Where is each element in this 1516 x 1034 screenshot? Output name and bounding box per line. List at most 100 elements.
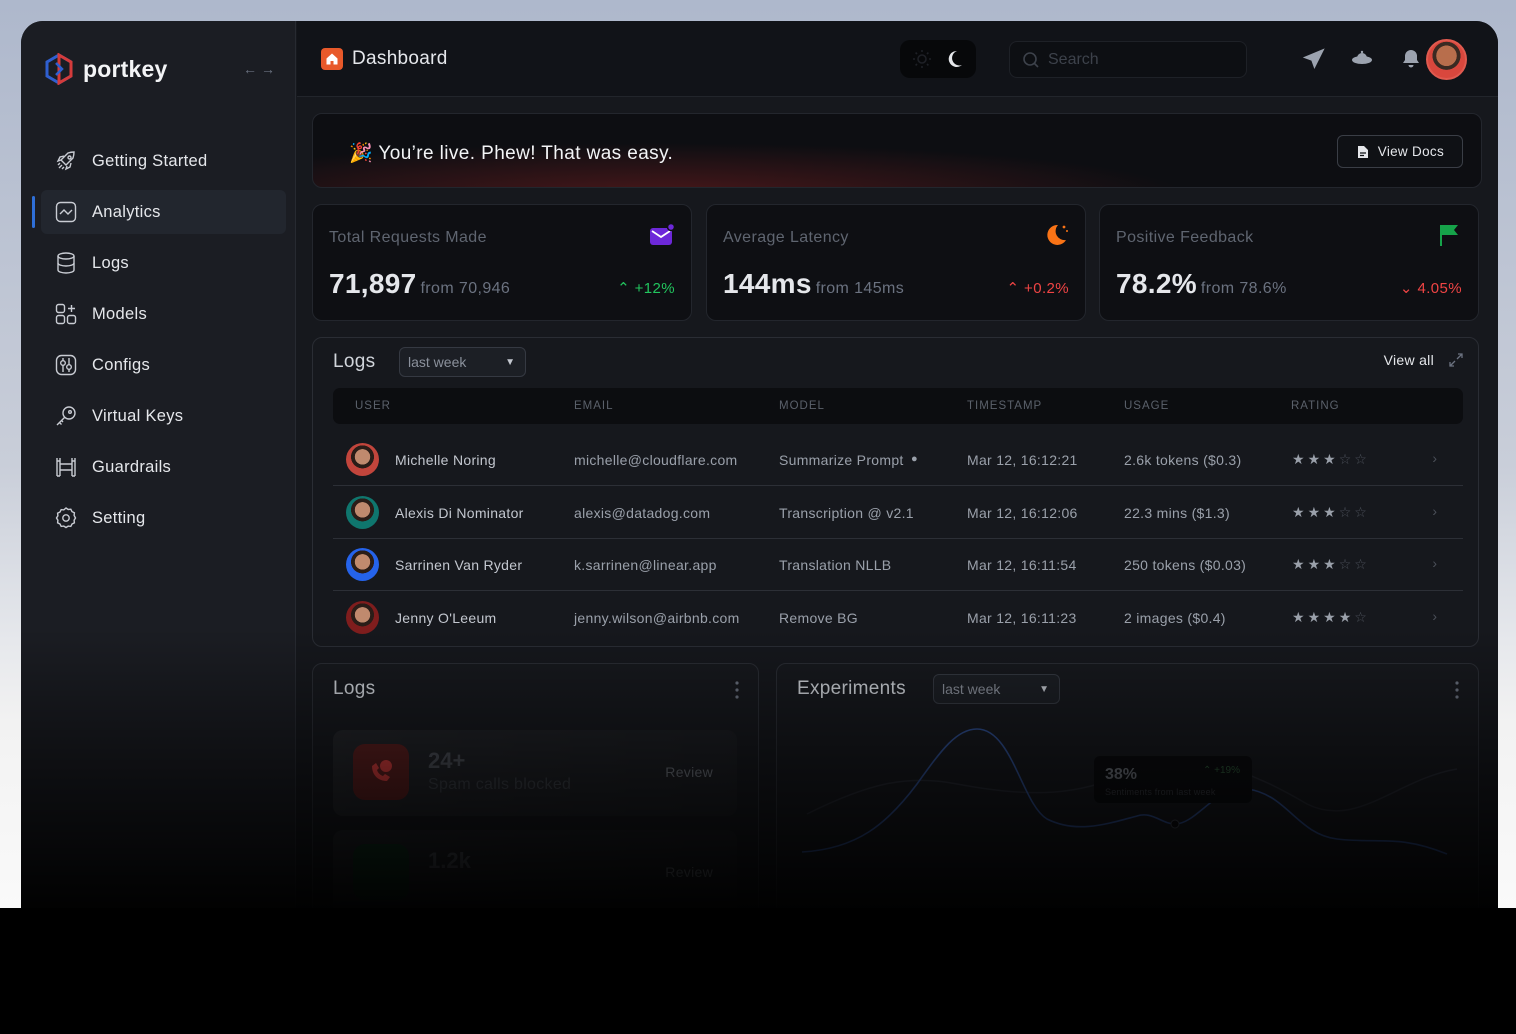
- rating-stars[interactable]: ★★★☆☆: [1292, 504, 1370, 521]
- pin-icon: ●: [911, 453, 918, 465]
- logs-time-filter[interactable]: last week ▼: [399, 347, 526, 377]
- secondary-count: 1.2k: [428, 848, 471, 873]
- secondary-summary-card[interactable]: 1.2k Review: [333, 830, 737, 908]
- search-box[interactable]: [1009, 41, 1247, 78]
- column-header-timestamp[interactable]: TIMESTAMP: [967, 400, 1042, 412]
- bell-icon[interactable]: [1399, 47, 1423, 71]
- star-filled-icon[interactable]: ★: [1308, 556, 1324, 572]
- sidebar-item-logs[interactable]: Logs: [41, 241, 286, 285]
- star-filled-icon[interactable]: ★: [1308, 451, 1324, 467]
- experiments-time-filter[interactable]: last week ▼: [933, 674, 1060, 704]
- view-docs-button[interactable]: View Docs: [1336, 135, 1463, 168]
- brand-logo[interactable]: portkey: [43, 53, 167, 85]
- home-icon: [321, 48, 343, 70]
- star-empty-icon[interactable]: ☆: [1354, 556, 1370, 572]
- rocket-icon: [54, 149, 78, 173]
- gear-icon: [54, 506, 78, 530]
- star-filled-icon[interactable]: ★: [1292, 556, 1308, 572]
- stat-value: 78.2%: [1116, 268, 1197, 299]
- sun-icon[interactable]: [912, 49, 932, 69]
- theme-toggle[interactable]: [900, 40, 976, 78]
- rating-stars[interactable]: ★★★☆☆: [1292, 451, 1370, 468]
- rating-stars[interactable]: ★★★★☆: [1292, 609, 1370, 626]
- star-filled-icon[interactable]: ★: [1308, 609, 1324, 625]
- table-row[interactable]: Alexis Di Nominator alexis@datadog.com Tra…: [333, 487, 1463, 539]
- star-empty-icon[interactable]: ☆: [1354, 504, 1370, 520]
- models-grid-icon: [54, 302, 78, 326]
- tooltip-delta: ⌃ +19%: [1202, 765, 1240, 776]
- expand-icon[interactable]: [1448, 352, 1464, 368]
- column-header-rating[interactable]: RATING: [1291, 400, 1340, 412]
- more-options-icon[interactable]: [1454, 680, 1460, 700]
- bottom-bar: [0, 908, 1516, 1034]
- search-input[interactable]: [1048, 50, 1238, 69]
- stat-value: 144ms: [723, 268, 812, 299]
- send-icon[interactable]: [1302, 47, 1326, 71]
- sidebar-item-models[interactable]: Models: [41, 292, 286, 336]
- avatar: [346, 600, 379, 634]
- alien-ufo-icon[interactable]: [1350, 47, 1374, 71]
- stat-card-average-latency: Average Latency 144ms from 145ms ⌃ +0.2%: [706, 204, 1086, 321]
- spam-calls-label: Spam calls blocked: [428, 776, 572, 793]
- stat-delta: ⌃ +0.2%: [1007, 279, 1070, 297]
- column-header-model[interactable]: MODEL: [779, 400, 825, 412]
- chevron-right-icon[interactable]: ›: [1432, 450, 1437, 466]
- star-filled-icon[interactable]: ★: [1323, 504, 1339, 520]
- chart-data-point[interactable]: [1170, 819, 1180, 829]
- column-header-email[interactable]: EMAIL: [574, 400, 614, 412]
- user-avatar[interactable]: [1426, 39, 1467, 80]
- page-title: Dashboard: [352, 48, 448, 69]
- star-empty-icon[interactable]: ☆: [1339, 504, 1355, 520]
- table-row[interactable]: Michelle Noring michelle@cloudflare.com Su…: [333, 434, 1463, 486]
- star-filled-icon[interactable]: ★: [1292, 451, 1308, 467]
- rating-stars[interactable]: ★★★☆☆: [1292, 556, 1370, 573]
- review-button[interactable]: Review: [665, 864, 713, 880]
- cell-model: Transcription @ v2.1: [779, 504, 914, 521]
- star-filled-icon[interactable]: ★: [1292, 609, 1308, 625]
- chevron-right-icon[interactable]: ›: [1432, 608, 1437, 624]
- table-row[interactable]: Jenny O'Leeum jenny.wilson@airbnb.com Remo…: [333, 592, 1463, 644]
- stat-label: Average Latency: [723, 229, 849, 246]
- sidebar-item-analytics[interactable]: Analytics: [32, 190, 286, 234]
- stat-from: from 145ms: [815, 280, 905, 297]
- sidebar-item-label: Models: [92, 304, 147, 323]
- cell-email: jenny.wilson@airbnb.com: [574, 609, 740, 626]
- column-header-usage[interactable]: USAGE: [1124, 400, 1169, 412]
- star-filled-icon[interactable]: ★: [1323, 609, 1339, 625]
- stat-value: 71,897: [329, 268, 417, 299]
- sidebar-item-setting[interactable]: Setting: [41, 496, 286, 540]
- stat-label: Total Requests Made: [329, 229, 487, 246]
- chevron-up-icon: ⌃: [617, 280, 631, 297]
- sidebar-item-virtual-keys[interactable]: Virtual Keys: [41, 394, 286, 438]
- table-row[interactable]: Sarrinen Van Ryder k.sarrinen@linear.app T…: [333, 539, 1463, 591]
- sidebar-item-getting-started[interactable]: Getting Started: [41, 139, 286, 183]
- chevron-right-icon[interactable]: ›: [1432, 503, 1437, 519]
- star-filled-icon[interactable]: ★: [1323, 556, 1339, 572]
- column-header-user[interactable]: USER: [355, 400, 391, 412]
- star-filled-icon[interactable]: ★: [1292, 504, 1308, 520]
- star-empty-icon[interactable]: ☆: [1354, 609, 1370, 625]
- key-icon: [54, 404, 78, 428]
- moon-icon[interactable]: [943, 48, 965, 70]
- view-all-link[interactable]: View all: [1384, 352, 1434, 368]
- sidebar-item-configs[interactable]: Configs: [41, 343, 286, 387]
- star-empty-icon[interactable]: ☆: [1354, 451, 1370, 467]
- sidebar-item-guardrails[interactable]: Guardrails: [41, 445, 286, 489]
- star-filled-icon[interactable]: ★: [1308, 504, 1324, 520]
- spam-calls-card[interactable]: 24+ Spam calls blocked Review: [333, 730, 737, 816]
- banner-text: You’re live. Phew! That was easy.: [378, 143, 674, 164]
- cell-user: Alexis Di Nominator: [395, 504, 524, 521]
- star-filled-icon[interactable]: ★: [1323, 451, 1339, 467]
- star-filled-icon[interactable]: ★: [1339, 609, 1355, 625]
- avatar: [346, 495, 379, 529]
- star-empty-icon[interactable]: ☆: [1339, 556, 1355, 572]
- chevron-right-icon[interactable]: ›: [1432, 555, 1437, 571]
- review-button[interactable]: Review: [665, 764, 713, 780]
- sidebar-item-label: Setting: [92, 508, 146, 527]
- party-popper-icon: 🎉: [349, 143, 374, 164]
- portkey-logo-icon: [45, 53, 73, 85]
- star-empty-icon[interactable]: ☆: [1339, 451, 1355, 467]
- cell-usage: 22.3 mins ($1.3): [1124, 504, 1230, 521]
- more-options-icon[interactable]: [734, 680, 740, 700]
- sidebar-collapse-toggle[interactable]: ←→: [243, 61, 279, 77]
